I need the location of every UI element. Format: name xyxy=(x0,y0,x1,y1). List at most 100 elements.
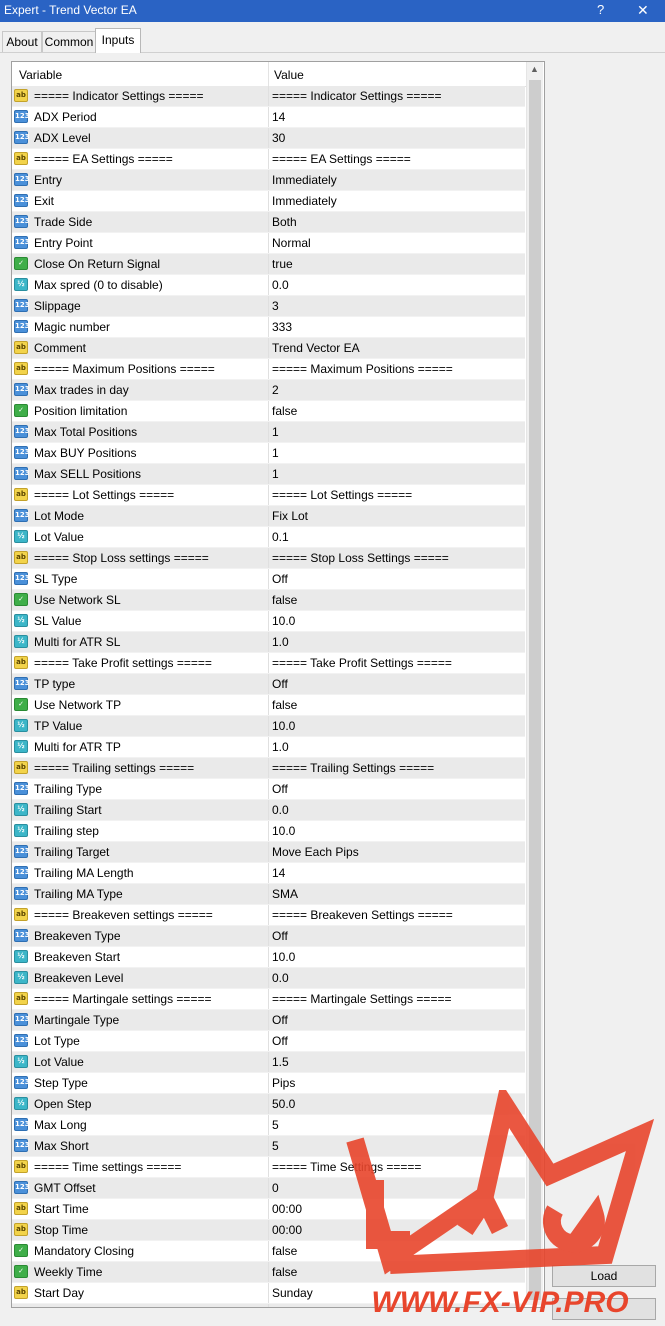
table-row[interactable]: ½ TP Value 10.0 xyxy=(12,716,525,737)
table-row[interactable]: ab ===== Trailing settings ===== ===== Tra… xyxy=(12,758,525,779)
tab-inputs[interactable]: Inputs xyxy=(95,28,141,53)
table-row[interactable]: 123 Max BUY Positions 1 xyxy=(12,443,525,464)
value-cell[interactable]: 2 xyxy=(272,383,279,397)
column-header-variable[interactable]: Variable xyxy=(19,68,62,82)
value-cell[interactable]: true xyxy=(272,257,293,271)
value-cell[interactable]: false xyxy=(272,1244,297,1258)
value-cell[interactable]: 0.1 xyxy=(272,530,289,544)
table-row[interactable]: ½ Breakeven Level 0.0 xyxy=(12,968,525,989)
value-cell[interactable]: ===== Lot Settings ===== xyxy=(272,488,412,502)
value-cell[interactable]: 00:00 xyxy=(272,1202,302,1216)
value-cell[interactable]: 0.0 xyxy=(272,971,289,985)
value-cell[interactable]: 10.0 xyxy=(272,614,295,628)
close-icon[interactable]: ✕ xyxy=(637,2,649,19)
table-row[interactable]: ½ Trailing step 10.0 xyxy=(12,821,525,842)
value-cell[interactable]: Normal xyxy=(272,236,311,250)
table-row[interactable]: ✓ Position limitation false xyxy=(12,401,525,422)
table-row[interactable]: 123 Trailing MA Type SMA xyxy=(12,884,525,905)
value-cell[interactable]: ===== Take Profit Settings ===== xyxy=(272,656,452,670)
table-row[interactable]: 123 Exit Immediately xyxy=(12,191,525,212)
value-cell[interactable]: Both xyxy=(272,215,297,229)
value-cell[interactable]: 1.5 xyxy=(272,1055,289,1069)
table-row[interactable]: ½ Max spred (0 to disable) 0.0 xyxy=(12,275,525,296)
value-cell[interactable]: 0.0 xyxy=(272,278,289,292)
table-row[interactable]: 123 Max SELL Positions 1 xyxy=(12,464,525,485)
column-header-value[interactable]: Value xyxy=(274,68,304,82)
table-row[interactable]: ab ===== Indicator Settings ===== ===== In… xyxy=(12,86,525,107)
value-cell[interactable]: Off xyxy=(272,677,288,691)
value-cell[interactable]: 1.0 xyxy=(272,740,289,754)
table-row[interactable]: ✓ Close On Return Signal true xyxy=(12,254,525,275)
value-cell[interactable]: false xyxy=(272,698,297,712)
value-cell[interactable]: 10.0 xyxy=(272,719,295,733)
value-cell[interactable]: Off xyxy=(272,782,288,796)
value-cell[interactable]: Off xyxy=(272,929,288,943)
table-row[interactable]: ✓ Use Network SL false xyxy=(12,590,525,611)
value-cell[interactable]: Immediately xyxy=(272,173,337,187)
tab-common[interactable]: Common xyxy=(42,31,96,52)
table-row[interactable]: ½ SL Value 10.0 xyxy=(12,611,525,632)
value-cell[interactable]: ===== Martingale Settings ===== xyxy=(272,992,451,1006)
value-cell[interactable]: 3 xyxy=(272,299,279,313)
table-row[interactable]: ab ===== Lot Settings ===== ===== Lot Sett… xyxy=(12,485,525,506)
value-cell[interactable]: Pips xyxy=(272,1076,295,1090)
help-icon[interactable]: ? xyxy=(597,2,604,17)
value-cell[interactable]: ===== Maximum Positions ===== xyxy=(272,362,453,376)
value-cell[interactable]: 0.0 xyxy=(272,803,289,817)
value-cell[interactable]: ===== Stop Loss Settings ===== xyxy=(272,551,449,565)
table-row[interactable]: 123 Lot Mode Fix Lot xyxy=(12,506,525,527)
table-row[interactable]: ½ Breakeven Start 10.0 xyxy=(12,947,525,968)
table-row[interactable]: 123 SL Type Off xyxy=(12,569,525,590)
table-row[interactable]: ab ===== Martingale settings ===== ===== M… xyxy=(12,989,525,1010)
table-row[interactable]: ½ Multi for ATR TP 1.0 xyxy=(12,737,525,758)
table-row[interactable]: 123 Trailing Target Move Each Pips xyxy=(12,842,525,863)
table-row[interactable]: ab ===== Stop Loss settings ===== ===== St… xyxy=(12,548,525,569)
table-row[interactable]: ab ===== EA Settings ===== ===== EA Settin… xyxy=(12,149,525,170)
value-cell[interactable]: Off xyxy=(272,1034,288,1048)
value-cell[interactable]: 00:00 xyxy=(272,1307,302,1308)
value-cell[interactable]: Fix Lot xyxy=(272,509,308,523)
table-row[interactable]: ab ===== Maximum Positions ===== ===== Max… xyxy=(12,359,525,380)
value-cell[interactable]: false xyxy=(272,404,297,418)
table-row[interactable]: 123 Max Total Positions 1 xyxy=(12,422,525,443)
value-cell[interactable]: 5 xyxy=(272,1118,279,1132)
table-row[interactable]: 123 Trailing Type Off xyxy=(12,779,525,800)
table-row[interactable]: ½ Lot Value 0.1 xyxy=(12,527,525,548)
table-row[interactable]: 123 Max trades in day 2 xyxy=(12,380,525,401)
table-row[interactable]: 123 Lot Type Off xyxy=(12,1031,525,1052)
table-row[interactable]: ab ===== Take Profit settings ===== ===== … xyxy=(12,653,525,674)
value-cell[interactable]: Sunday xyxy=(272,1286,313,1300)
column-divider[interactable] xyxy=(268,62,269,86)
table-row[interactable]: 123 Magic number 333 xyxy=(12,317,525,338)
value-cell[interactable]: ===== Indicator Settings ===== xyxy=(272,89,441,103)
value-cell[interactable]: 10.0 xyxy=(272,824,295,838)
table-row[interactable]: ab ===== Breakeven settings ===== ===== Br… xyxy=(12,905,525,926)
value-cell[interactable]: 50.0 xyxy=(272,1097,295,1111)
value-cell[interactable]: 1 xyxy=(272,425,279,439)
value-cell[interactable]: false xyxy=(272,593,297,607)
tab-about[interactable]: About xyxy=(2,31,42,52)
table-row[interactable]: ab Comment Trend Vector EA xyxy=(12,338,525,359)
table-row[interactable]: ½ Lot Value 1.5 xyxy=(12,1052,525,1073)
value-cell[interactable]: 5 xyxy=(272,1139,279,1153)
value-cell[interactable]: 333 xyxy=(272,320,292,334)
table-row[interactable]: 123 ADX Period 14 xyxy=(12,107,525,128)
value-cell[interactable]: 10.0 xyxy=(272,950,295,964)
table-row[interactable]: 123 Entry Immediately xyxy=(12,170,525,191)
table-row[interactable]: 123 Trade Side Both xyxy=(12,212,525,233)
table-row[interactable]: 123 Slippage 3 xyxy=(12,296,525,317)
value-cell[interactable]: 30 xyxy=(272,131,285,145)
table-row[interactable]: 123 ADX Level 30 xyxy=(12,128,525,149)
value-cell[interactable]: Immediately xyxy=(272,194,337,208)
value-cell[interactable]: 1 xyxy=(272,446,279,460)
value-cell[interactable]: SMA xyxy=(272,887,298,901)
table-row[interactable]: 123 Trailing MA Length 14 xyxy=(12,863,525,884)
table-row[interactable]: ½ Multi for ATR SL 1.0 xyxy=(12,632,525,653)
scroll-up-arrow-icon[interactable]: ▲ xyxy=(530,64,539,74)
value-cell[interactable]: Off xyxy=(272,572,288,586)
value-cell[interactable]: ===== Trailing Settings ===== xyxy=(272,761,434,775)
value-cell[interactable]: 1.0 xyxy=(272,635,289,649)
value-cell[interactable]: ===== Breakeven Settings ===== xyxy=(272,908,453,922)
table-row[interactable]: ✓ Use Network TP false xyxy=(12,695,525,716)
value-cell[interactable]: 0 xyxy=(272,1181,279,1195)
